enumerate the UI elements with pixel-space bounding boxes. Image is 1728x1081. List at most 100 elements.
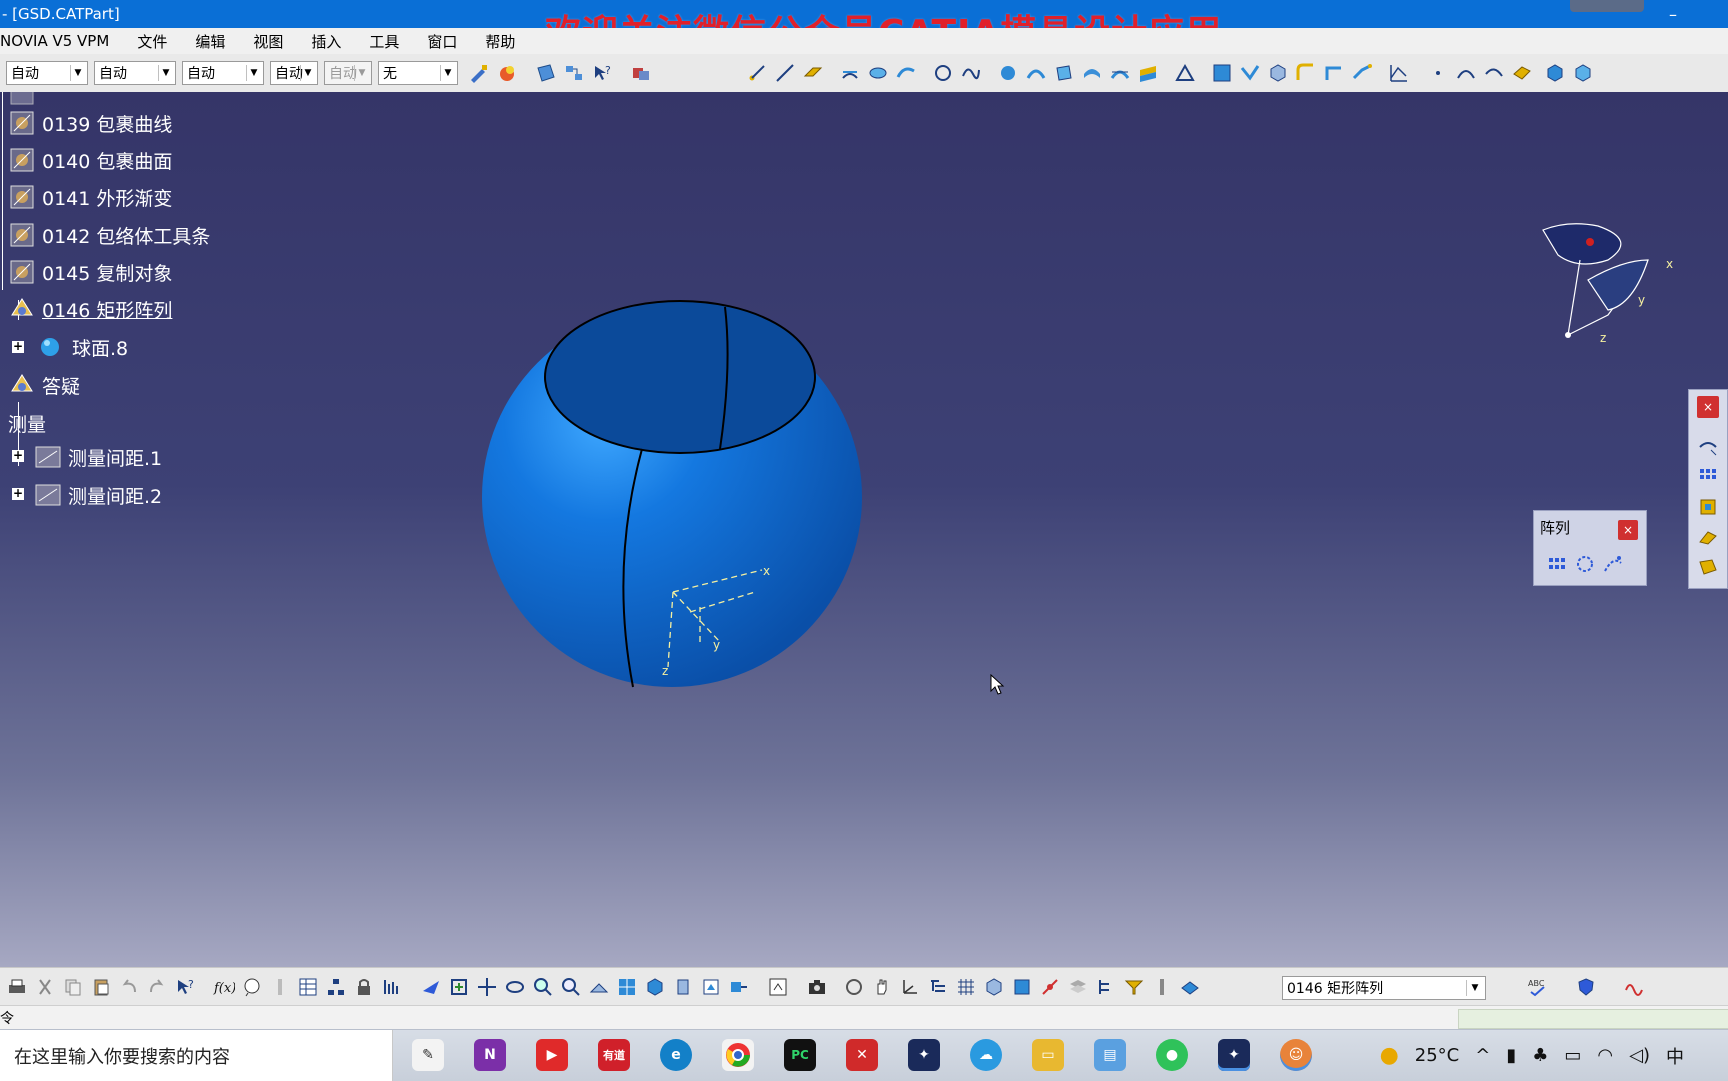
work-on-support-icon[interactable]	[983, 976, 1005, 998]
fly-mode-icon[interactable]	[420, 976, 442, 998]
fit-all-icon[interactable]	[448, 976, 470, 998]
lock-icon[interactable]	[353, 976, 375, 998]
sweep-icon[interactable]	[895, 62, 917, 84]
formula-icon[interactable]: f(x)	[213, 976, 236, 998]
sketch-icon[interactable]	[535, 62, 557, 84]
weather-temp[interactable]: 25°C	[1415, 1045, 1459, 1066]
tree-item-0141[interactable]: 0141 外形渐变	[8, 182, 172, 212]
fill-icon[interactable]	[1053, 62, 1075, 84]
multi-section-icon[interactable]	[1081, 62, 1103, 84]
swap-space-icon[interactable]	[728, 976, 750, 998]
blend-icon[interactable]	[1109, 62, 1131, 84]
chevron-up-icon[interactable]: ^	[1475, 1045, 1490, 1066]
update-icon[interactable]	[843, 976, 865, 998]
box-view-icon[interactable]	[1011, 976, 1033, 998]
extrude-icon[interactable]	[839, 62, 861, 84]
spline-icon[interactable]	[960, 62, 982, 84]
extract-icon[interactable]	[1239, 62, 1261, 84]
app-chrome-icon[interactable]	[722, 1039, 754, 1071]
tree-item-0140[interactable]: 0140 包裹曲面	[8, 145, 172, 175]
law-icon[interactable]	[1388, 62, 1410, 84]
plane-icon[interactable]	[802, 62, 824, 84]
capture-icon[interactable]	[767, 976, 789, 998]
paste-icon[interactable]	[90, 976, 112, 998]
tree-icon[interactable]	[1095, 976, 1117, 998]
arc-icon[interactable]	[1455, 62, 1477, 84]
tree-item-0142[interactable]: 0142 包络体工具条	[8, 220, 210, 250]
tree-item-measure-2[interactable]: 测量间距.2	[34, 480, 162, 510]
rendering-combo[interactable]: 自动 ▼	[324, 61, 372, 85]
pan-icon[interactable]	[476, 976, 498, 998]
snap-icon[interactable]	[1039, 976, 1061, 998]
axis-to-axis-icon[interactable]	[1697, 556, 1719, 578]
stack-icon[interactable]	[1067, 976, 1089, 998]
app-cloud-icon[interactable]: ☁	[970, 1039, 1002, 1071]
tree-item-measure[interactable]: 测量	[8, 408, 46, 438]
current-body-combo[interactable]: 0146 矩形阵列 ▼	[1282, 976, 1486, 1000]
hierarchy-icon[interactable]	[325, 976, 347, 998]
app-pycharm-icon[interactable]: PC	[784, 1039, 816, 1071]
analysis-icon[interactable]	[381, 976, 403, 998]
extrapolate-icon[interactable]	[1351, 62, 1373, 84]
rectangular-pattern-icon[interactable]	[1546, 553, 1568, 575]
point-symbol-combo[interactable]: 自动 ▼	[270, 61, 318, 85]
wave-icon[interactable]	[1623, 976, 1645, 998]
part-body-icon[interactable]	[1544, 62, 1566, 84]
sketch-positioned-icon[interactable]	[563, 62, 585, 84]
microphone-icon[interactable]: ▮	[1506, 1045, 1516, 1066]
sphere-model[interactable]: x y z	[470, 287, 870, 697]
line-thickness-combo[interactable]: 自动 ▼	[94, 61, 176, 85]
app-red-icon[interactable]: ▶	[536, 1039, 568, 1071]
user-pattern-icon[interactable]	[1602, 553, 1624, 575]
axis-system-icon[interactable]	[899, 976, 921, 998]
menu-novia-vpm[interactable]: NOVIA V5 VPM	[0, 32, 123, 50]
tree-item-qa[interactable]: 答疑	[8, 370, 80, 400]
hide-show-icon[interactable]	[700, 976, 722, 998]
app-tray-icon[interactable]: ♣	[1532, 1045, 1548, 1066]
zoom-out-icon[interactable]	[560, 976, 582, 998]
taskbar-search-input[interactable]: 在这里输入你要搜索的内容	[0, 1030, 393, 1081]
line-icon[interactable]	[774, 62, 796, 84]
boundary-icon[interactable]	[1211, 62, 1233, 84]
3d-viewport[interactable]: 0139 包裹曲线 0140 包裹曲面 0141 外形渐变 0142 包络体工具…	[0, 92, 1728, 967]
menu-view[interactable]: 视图	[239, 31, 297, 52]
shield-icon[interactable]	[1575, 976, 1597, 998]
tree-item-0146[interactable]: 0146 矩形阵列	[8, 294, 172, 324]
layer-combo[interactable]: 无 ▼	[378, 61, 458, 85]
material-icon[interactable]	[496, 62, 518, 84]
power-input-field[interactable]	[1458, 1009, 1728, 1029]
grid-icon[interactable]	[955, 976, 977, 998]
app-window-icon[interactable]: ▤	[1094, 1039, 1126, 1071]
sphere-icon[interactable]	[997, 62, 1019, 84]
whats-this-icon[interactable]: ?	[174, 976, 196, 998]
cut-icon[interactable]	[34, 976, 56, 998]
solid-icon[interactable]	[1572, 62, 1594, 84]
layer-icon[interactable]	[1179, 976, 1201, 998]
shading-icon[interactable]	[672, 976, 694, 998]
copy-icon[interactable]	[62, 976, 84, 998]
table-icon[interactable]	[297, 976, 319, 998]
translate-icon[interactable]	[1697, 436, 1719, 458]
offset-icon[interactable]	[1025, 62, 1047, 84]
measure-icon[interactable]	[1174, 62, 1196, 84]
compass-icon[interactable]: x y z	[1538, 220, 1688, 350]
expand-icon[interactable]: +	[12, 340, 24, 353]
app-folder-icon[interactable]: ▭	[1032, 1039, 1064, 1071]
menu-insert[interactable]: 插入	[297, 31, 355, 52]
painter-icon[interactable]	[468, 62, 490, 84]
app-avatar-icon[interactable]: ☺	[1280, 1039, 1312, 1071]
spell-check-icon[interactable]: ABC	[1527, 976, 1549, 998]
tree-item-0139[interactable]: 0139 包裹曲线	[8, 108, 172, 138]
multi-view-icon[interactable]	[616, 976, 638, 998]
camera-icon[interactable]	[806, 976, 828, 998]
menu-file[interactable]: 文件	[123, 31, 181, 52]
knowledge-icon[interactable]	[241, 976, 263, 998]
filter-icon[interactable]	[1123, 976, 1145, 998]
circular-pattern-icon[interactable]	[1574, 553, 1596, 575]
line-type-combo[interactable]: 自动 ▼	[182, 61, 264, 85]
circle-icon[interactable]	[932, 62, 954, 84]
join-icon[interactable]	[1137, 62, 1159, 84]
rule-icon[interactable]	[269, 976, 291, 998]
app-catia-active-icon[interactable]: ✦	[1218, 1039, 1250, 1071]
surface-icon[interactable]	[1511, 62, 1533, 84]
